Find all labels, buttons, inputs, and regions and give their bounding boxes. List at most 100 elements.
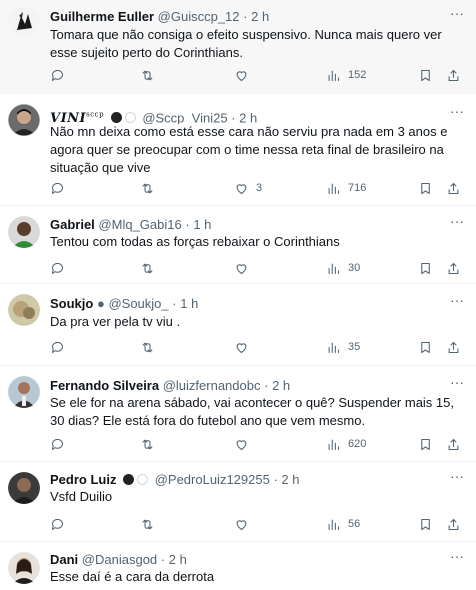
reply-button[interactable] — [50, 180, 72, 196]
display-name[interactable]: Pedro Luiz — [50, 472, 116, 487]
share-button[interactable] — [446, 516, 461, 532]
avatar[interactable] — [8, 6, 40, 38]
views-icon — [328, 70, 340, 81]
bookmark-button[interactable] — [418, 436, 433, 452]
tweet[interactable]: VINIsccp @Sccp_Vini25 · 2 h ··· Não mn d… — [0, 94, 476, 206]
timestamp[interactable]: 2 h — [169, 552, 187, 567]
tweet[interactable]: Guilherme Euller @Guisccp_12 · 2 h ··· T… — [0, 0, 476, 94]
bookmark-button[interactable] — [418, 67, 433, 83]
more-options-icon[interactable]: ··· — [448, 293, 466, 313]
timestamp[interactable]: 1 h — [180, 296, 198, 311]
like-button[interactable] — [234, 339, 256, 355]
views-button[interactable]: 716 — [326, 180, 366, 196]
tweet-header: Guilherme Euller @Guisccp_12 · 2 h — [50, 8, 446, 26]
separator: · — [273, 472, 278, 487]
like-button[interactable] — [234, 516, 256, 532]
avatar[interactable] — [8, 294, 40, 326]
retweet-icon — [142, 70, 153, 80]
tweet[interactable]: Pedro Luiz @PedroLuiz129255 · 2 h ··· Vs… — [0, 462, 476, 542]
reply-button[interactable] — [50, 436, 72, 452]
more-options-icon[interactable]: ··· — [448, 6, 466, 26]
heart-icon — [236, 519, 247, 530]
share-icon — [448, 182, 459, 194]
reply-button[interactable] — [50, 260, 72, 276]
action-bar: 3 716 — [50, 180, 462, 196]
bookmark-button[interactable] — [418, 260, 433, 276]
views-button[interactable]: 620 — [326, 436, 366, 452]
like-button[interactable] — [234, 67, 256, 83]
tweet[interactable]: Gabriel @Mlq_Gabi16 · 1 h ··· Tentou com… — [0, 206, 476, 284]
more-options-icon[interactable]: ··· — [448, 375, 466, 395]
bookmark-button[interactable] — [418, 180, 433, 196]
more-options-icon[interactable]: ··· — [448, 104, 466, 124]
tweet-text: Não mn deixa como está esse cara não ser… — [50, 124, 448, 175]
reply-button[interactable] — [50, 339, 72, 355]
share-button[interactable] — [446, 436, 461, 452]
tweet-header: Soukjo ● @Soukjo_ · 1 h — [50, 295, 446, 313]
retweet-button[interactable] — [140, 339, 162, 355]
view-count: 152 — [348, 69, 367, 81]
display-name[interactable]: Fernando Silveira — [50, 378, 159, 393]
heart-icon — [236, 342, 247, 353]
user-handle[interactable]: @PedroLuiz129255 — [155, 472, 270, 487]
user-handle[interactable]: @Sccp_Vini25 — [142, 110, 227, 124]
timestamp[interactable]: 2 h — [251, 9, 269, 24]
share-button[interactable] — [446, 339, 461, 355]
reply-button[interactable] — [50, 67, 72, 83]
more-options-icon[interactable]: ··· — [448, 469, 466, 489]
retweet-button[interactable] — [140, 67, 162, 83]
bookmark-button[interactable] — [418, 516, 433, 532]
retweet-button[interactable] — [140, 180, 162, 196]
reply-icon — [51, 182, 64, 194]
views-icon — [328, 342, 340, 353]
reply-icon — [51, 262, 64, 274]
user-handle[interactable]: @Daniasgod — [82, 552, 157, 567]
views-button[interactable]: 152 — [326, 67, 366, 83]
action-bar: 35 — [50, 339, 462, 355]
like-button[interactable] — [234, 436, 256, 452]
bookmark-icon — [421, 262, 430, 274]
user-handle[interactable]: @luizfernandobc — [163, 378, 261, 393]
retweet-button[interactable] — [140, 516, 162, 532]
share-icon — [448, 69, 459, 81]
avatar[interactable] — [8, 472, 40, 504]
bookmark-button[interactable] — [418, 339, 433, 355]
like-button[interactable] — [234, 260, 256, 276]
avatar[interactable] — [8, 552, 40, 584]
views-button[interactable]: 56 — [326, 516, 360, 532]
display-name[interactable]: Dani — [50, 552, 78, 567]
display-name[interactable]: Soukjo — [50, 296, 93, 311]
share-button[interactable] — [446, 260, 461, 276]
tweet-text: Se ele for na arena sábado, vai acontece… — [50, 395, 454, 428]
views-button[interactable]: 30 — [326, 260, 360, 276]
tweet[interactable]: Fernando Silveira @luizfernandobc · 2 h … — [0, 366, 476, 462]
share-button[interactable] — [446, 67, 461, 83]
tweet[interactable]: Dani @Daniasgod · 2 h ··· Esse daí é a c… — [0, 542, 476, 590]
display-name[interactable]: Gabriel — [50, 217, 95, 232]
black-circle-emoji-icon — [123, 474, 135, 485]
share-button[interactable] — [446, 180, 461, 196]
avatar[interactable] — [8, 216, 40, 248]
like-button[interactable]: 3 — [234, 180, 262, 196]
avatar[interactable] — [8, 376, 40, 408]
user-handle[interactable]: @Guisccp_12 — [158, 9, 240, 24]
timestamp[interactable]: 2 h — [272, 378, 290, 393]
more-options-icon[interactable]: ··· — [448, 549, 466, 569]
timestamp[interactable]: 2 h — [281, 472, 299, 487]
action-bar: 152 — [50, 67, 462, 83]
retweet-button[interactable] — [140, 260, 162, 276]
tweet-text: Esse daí é a cara da derrota — [50, 569, 215, 584]
user-handle[interactable]: @Mlq_Gabi16 — [98, 217, 181, 232]
retweet-button[interactable] — [140, 436, 162, 452]
timestamp[interactable]: 1 h — [193, 217, 211, 232]
tweet[interactable]: Soukjo ● @Soukjo_ · 1 h ··· Da pra ver p… — [0, 284, 476, 366]
views-button[interactable]: 35 — [326, 339, 360, 355]
reply-button[interactable] — [50, 516, 72, 532]
avatar[interactable] — [8, 104, 40, 136]
user-handle[interactable]: @Soukjo_ — [108, 296, 168, 311]
timestamp[interactable]: 2 h — [239, 110, 257, 124]
share-icon — [448, 518, 459, 530]
display-name[interactable]: Guilherme Euller — [50, 9, 154, 24]
views-icon — [328, 439, 340, 450]
more-options-icon[interactable]: ··· — [448, 214, 466, 234]
